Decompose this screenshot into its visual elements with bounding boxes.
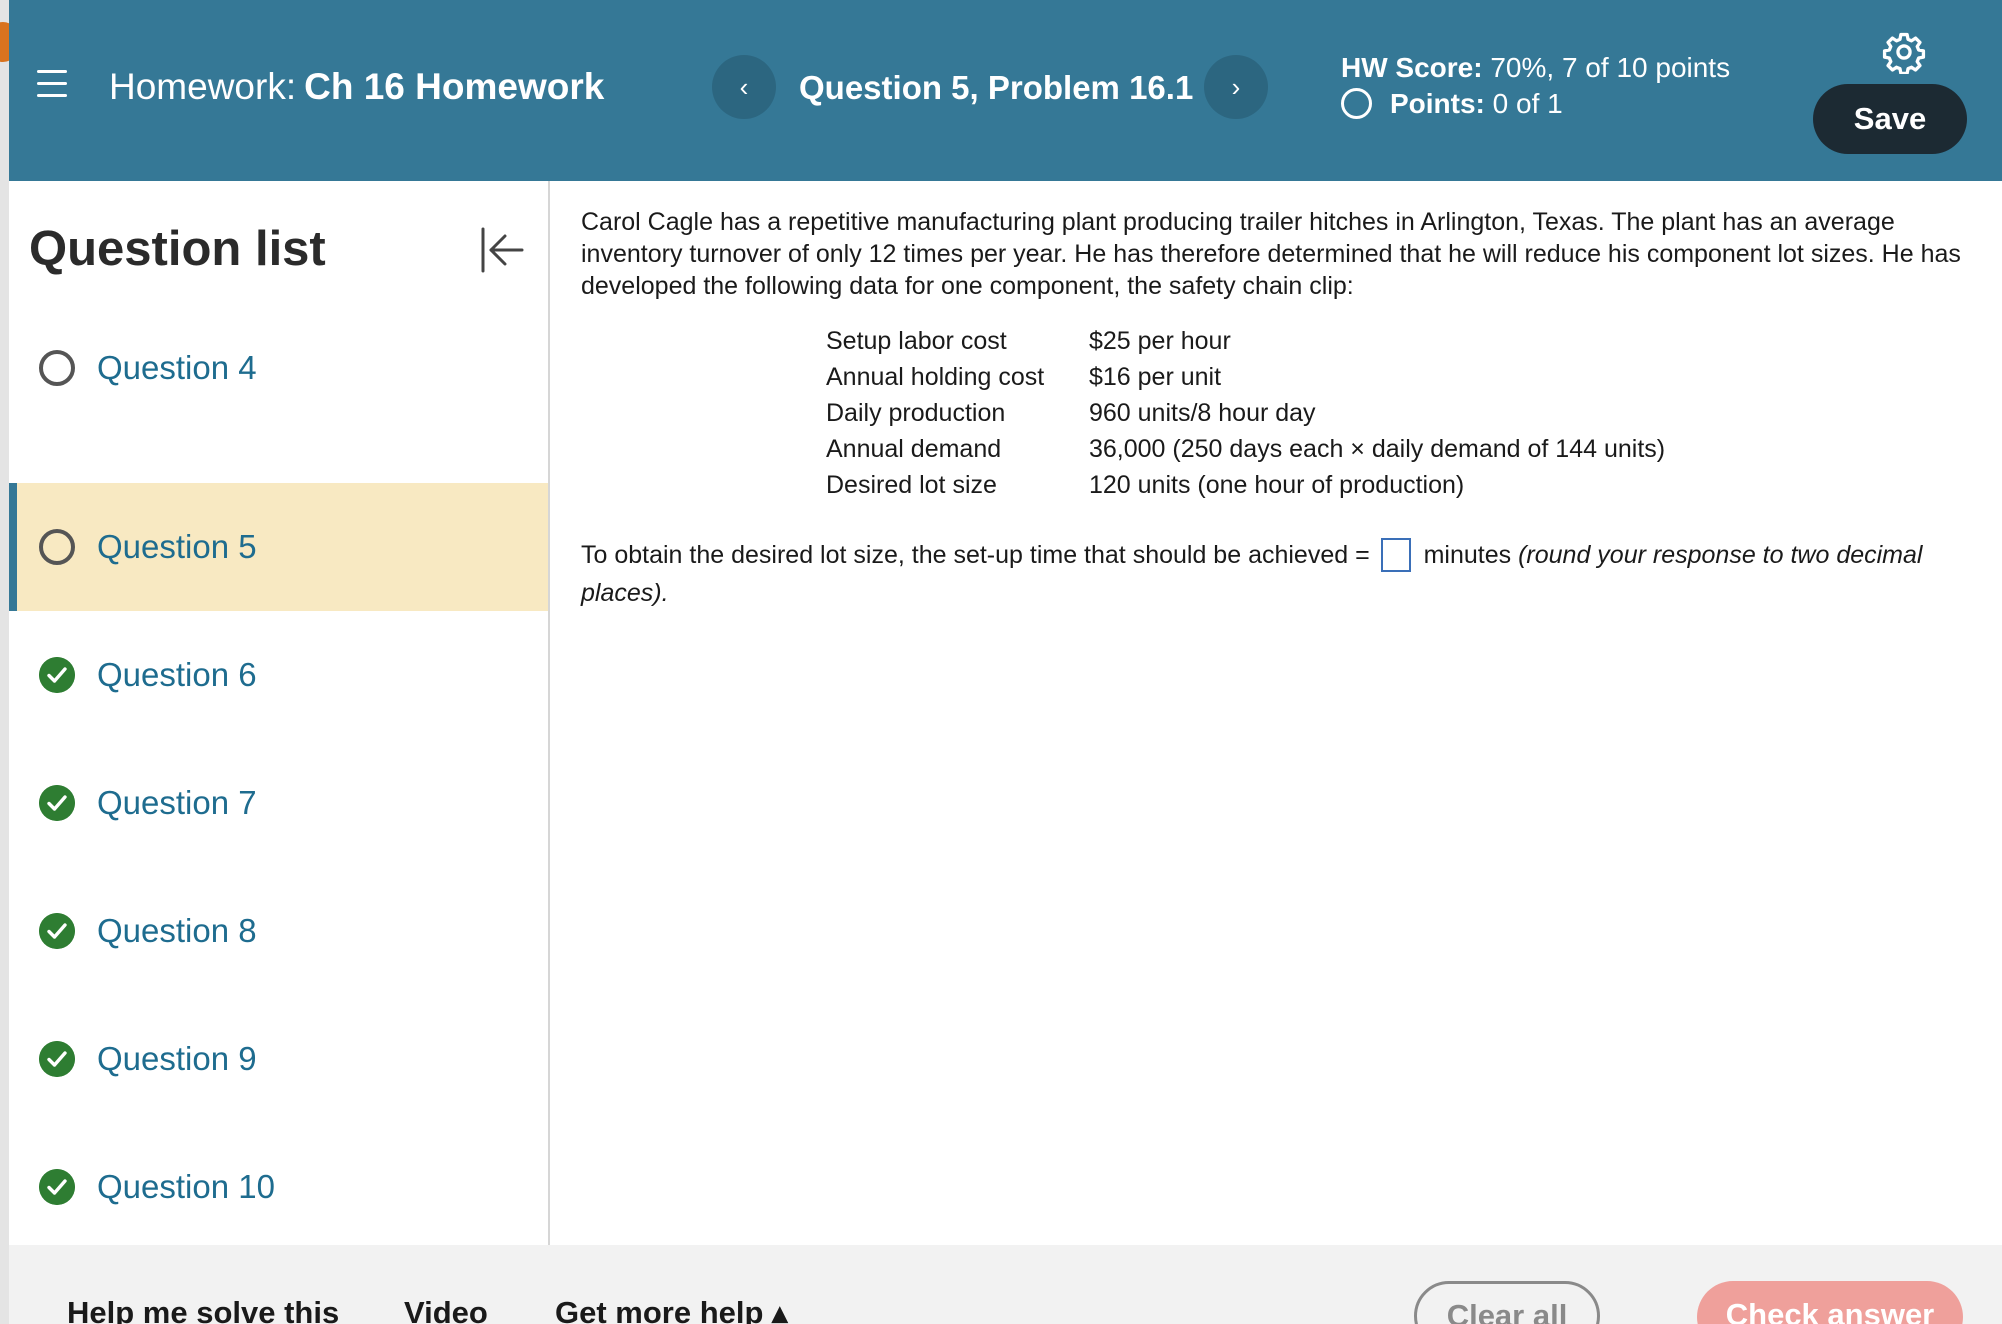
data-row: Setup labor cost $25 per hour (826, 326, 1665, 362)
data-label: Annual demand (826, 435, 1002, 463)
empty-circle-icon (39, 350, 75, 386)
question-item-label: Question 5 (97, 528, 257, 565)
data-label: Daily production (826, 399, 1006, 427)
previous-question-button[interactable]: ‹ (712, 55, 776, 119)
top-header-bar: Homework: Ch 16 Homework ‹ Question 5, Pr… (9, 0, 2002, 181)
empty-circle-icon (39, 529, 75, 565)
check-circle-icon (39, 657, 75, 693)
homework-title: Homework: Ch 16 Homework (109, 66, 604, 108)
check-answer-button[interactable]: Check answer (1697, 1281, 1963, 1324)
homework-name: Ch 16 Homework (304, 66, 605, 107)
homework-label: Homework: (109, 66, 297, 107)
chevron-left-icon: ‹ (739, 71, 749, 102)
question-unit: minutes (1423, 541, 1512, 569)
question-list-item[interactable]: Question 4 (9, 304, 548, 432)
clear-all-button[interactable]: Clear all (1414, 1281, 1600, 1324)
hw-score-value: 70%, 7 of 10 points (1490, 52, 1731, 83)
answer-input[interactable] (1380, 538, 1411, 572)
check-circle-icon (39, 1169, 75, 1205)
bottom-toolbar: Help me solve this Video Get more help ▴… (9, 1245, 2002, 1324)
data-row: Annual demand 36,000 (250 days each × da… (826, 434, 1665, 470)
question-list-item[interactable]: Question 10 (9, 1123, 548, 1251)
data-label: Desired lot size (826, 471, 997, 499)
question-prefix: To obtain the desired lot size, the set-… (581, 541, 1370, 569)
question-list-title: Question list (29, 222, 326, 276)
help-me-solve-link[interactable]: Help me solve this (67, 1295, 339, 1324)
question-title: Question 5, Problem 16.1 (799, 69, 1194, 106)
question-item-label: Question 10 (97, 1168, 275, 1205)
question-item-label: Question 8 (97, 912, 257, 949)
check-circle-icon (39, 913, 75, 949)
check-circle-icon (39, 785, 75, 821)
question-list-panel: Question list Question 4 Question 5 Ques… (9, 181, 550, 1245)
data-value: 960 units/8 hour day (1089, 399, 1316, 427)
question-item-label: Question 9 (97, 1040, 257, 1077)
question-item-label: Question 6 (97, 656, 257, 693)
question-list-item[interactable]: Question 9 (9, 995, 548, 1123)
data-row: Daily production 960 units/8 hour day (826, 398, 1665, 434)
next-question-button[interactable]: › (1204, 55, 1268, 119)
get-more-help-link[interactable]: Get more help ▴ (555, 1295, 788, 1324)
data-row: Annual holding cost $16 per unit (826, 362, 1665, 398)
gear-icon[interactable] (1882, 30, 1926, 74)
left-edge-strip (0, 0, 9, 1324)
data-label: Annual holding cost (826, 363, 1045, 391)
check-circle-icon (39, 1041, 75, 1077)
video-link[interactable]: Video (404, 1295, 488, 1324)
data-value: $25 per hour (1089, 327, 1231, 355)
points-display: Points: 0 of 1 (1341, 88, 1563, 120)
question-list-item-current[interactable]: Question 5 (9, 483, 548, 611)
question-list-item[interactable]: Question 7 (9, 739, 548, 867)
question-list-item[interactable]: Question 8 (9, 867, 548, 995)
points-label: Points: (1390, 88, 1485, 119)
problem-intro: Carol Cagle has a repetitive manufacturi… (581, 208, 1961, 300)
problem-data-table: Setup labor cost $25 per hour Annual hol… (826, 326, 1665, 506)
save-button[interactable]: Save (1813, 84, 1967, 154)
empty-circle-icon (1341, 88, 1372, 119)
menu-icon[interactable] (37, 70, 67, 98)
problem-content: Carol Cagle has a repetitive manufacturi… (581, 206, 1981, 607)
question-prompt: To obtain the desired lot size, the set-… (581, 536, 1981, 612)
collapse-sidebar-icon[interactable] (477, 225, 527, 275)
data-value: 36,000 (250 days each × daily demand of … (1089, 435, 1666, 463)
question-item-label: Question 4 (97, 349, 257, 386)
points-value: 0 of 1 (1492, 88, 1563, 119)
hw-score-label: HW Score: (1341, 52, 1483, 83)
data-row: Desired lot size 120 units (one hour of … (826, 470, 1665, 506)
data-label: Setup labor cost (826, 327, 1007, 355)
chevron-right-icon: › (1231, 71, 1241, 102)
data-value: $16 per unit (1089, 363, 1222, 391)
data-value: 120 units (one hour of production) (1089, 471, 1465, 499)
question-item-label: Question 7 (97, 784, 257, 821)
hw-score: HW Score: 70%, 7 of 10 points (1341, 52, 1730, 84)
question-list-item[interactable]: Question 6 (9, 611, 548, 739)
